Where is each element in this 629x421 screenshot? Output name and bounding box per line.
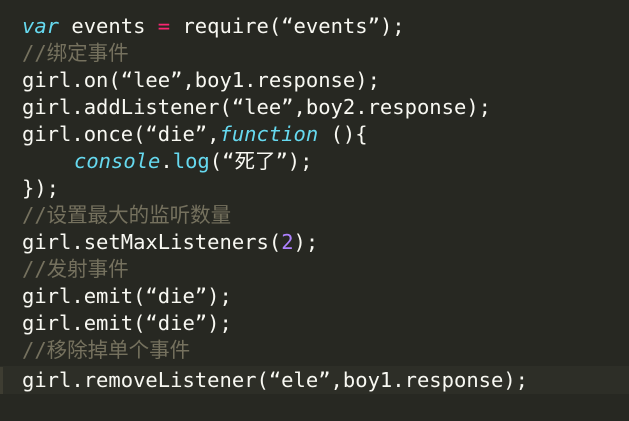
code-text: require(“events”); (170, 14, 405, 38)
code-dot: . (160, 149, 173, 173)
code-text: (){ (318, 122, 368, 146)
code-line-10-comment[interactable]: //发射事件 (22, 256, 129, 283)
code-text: girl.once(“die”, (22, 122, 220, 146)
log-method: log (172, 149, 210, 173)
code-editor[interactable]: var events = require(“events”); //绑定事件 g… (0, 0, 629, 421)
code-line-12[interactable]: girl.emit(“die”); (22, 310, 232, 337)
console-object: console (74, 149, 161, 173)
code-line-4[interactable]: girl.addListener(“lee”,boy2.response); (22, 94, 491, 121)
operator-equals: = (157, 14, 171, 38)
keyword-var: var (22, 14, 60, 38)
code-text: (“死了”); (209, 149, 313, 173)
code-line-8-comment[interactable]: //设置最大的监听数量 (22, 202, 231, 229)
code-line-13-comment[interactable]: //移除掉单个事件 (22, 337, 190, 364)
code-line-3[interactable]: girl.on(“lee”,boy1.response); (22, 67, 380, 94)
code-text: ); (293, 230, 319, 254)
code-text: events (59, 14, 158, 38)
code-line-7[interactable]: }); (22, 175, 59, 202)
code-text: girl.setMaxListeners( (22, 230, 282, 254)
code-line-6[interactable]: console.log(“死了”); (22, 148, 313, 175)
number-literal: 2 (281, 230, 294, 254)
cursor-line-marker (0, 367, 3, 394)
code-line-11[interactable]: girl.emit(“die”); (22, 283, 232, 310)
code-line-9[interactable]: girl.setMaxListeners(2); (22, 229, 318, 256)
code-line-14[interactable]: girl.removeListener(“ele”,boy1.response)… (22, 367, 528, 394)
code-line-5[interactable]: girl.once(“die”,function (){ (22, 121, 368, 148)
keyword-function: function (219, 122, 319, 146)
code-line-2-comment[interactable]: //绑定事件 (22, 40, 129, 67)
code-line-1[interactable]: var events = require(“events”); (22, 13, 405, 40)
